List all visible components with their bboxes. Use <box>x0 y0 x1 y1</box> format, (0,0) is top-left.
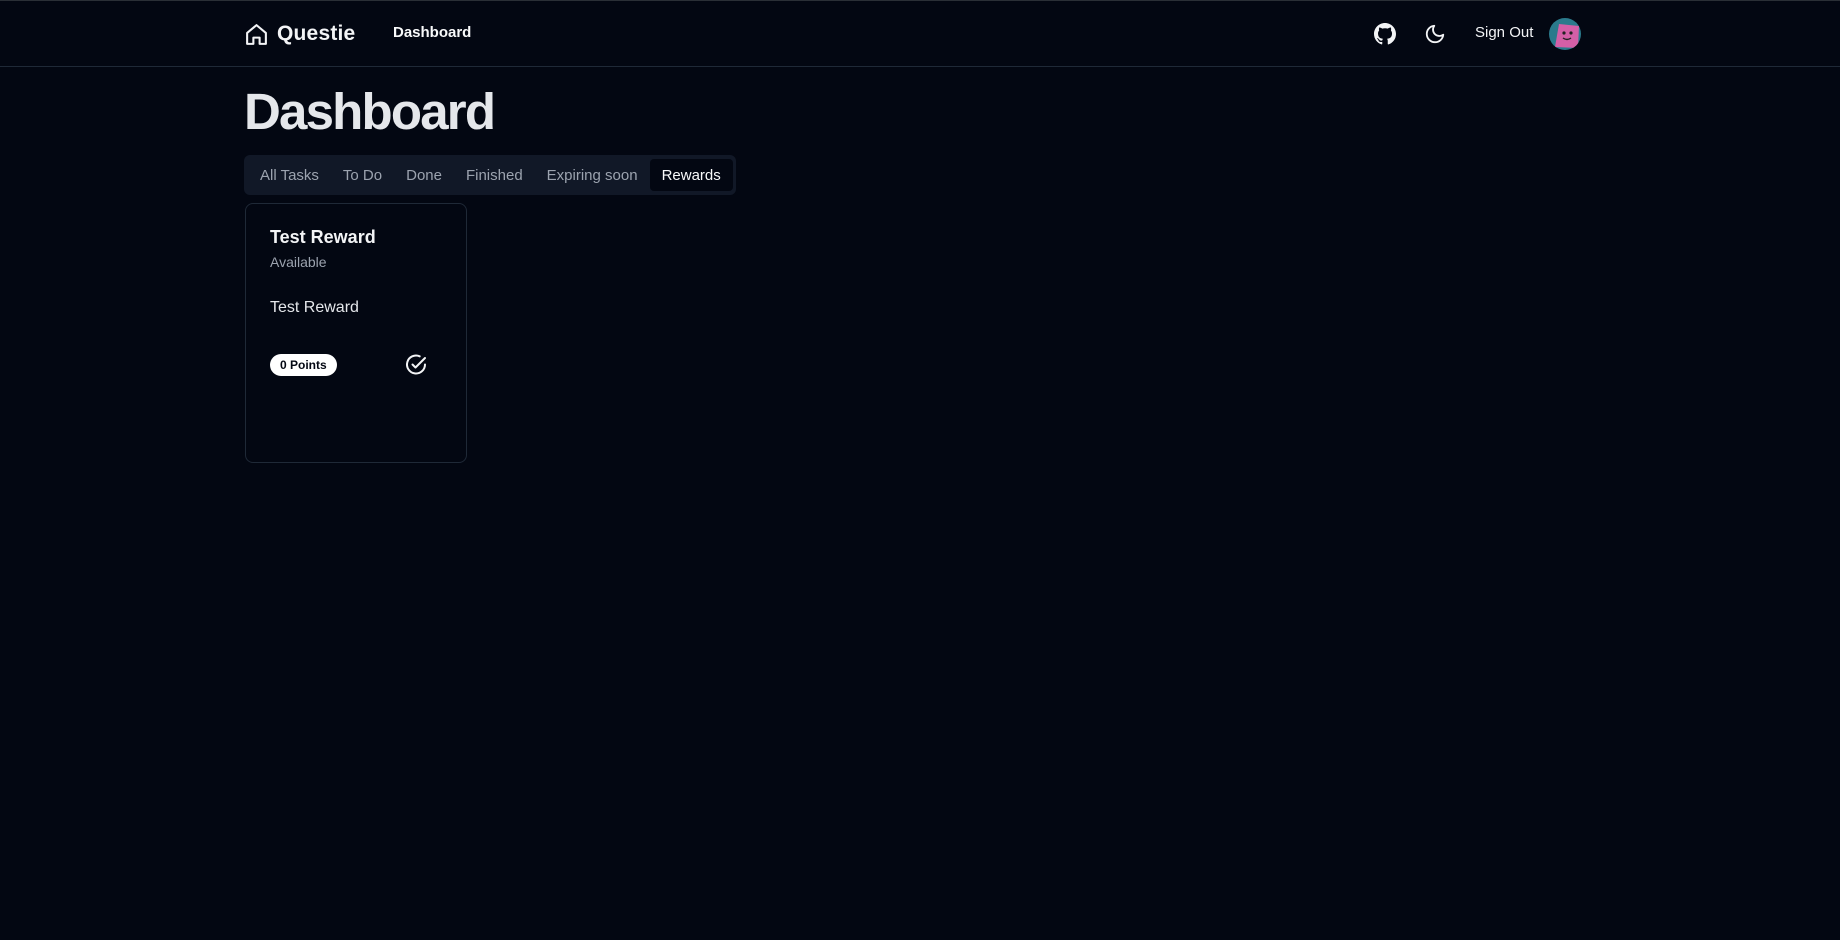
reward-title: Test Reward <box>270 227 376 247</box>
github-icon[interactable] <box>1371 20 1399 48</box>
tab-expiring-soon[interactable]: Expiring soon <box>535 159 650 191</box>
reward-description: Test Reward <box>270 299 359 316</box>
avatar[interactable] <box>1549 18 1581 50</box>
reward-card: Test Reward Available Test Reward 0 Poin… <box>245 203 467 463</box>
sign-out-button[interactable]: Sign Out <box>1475 24 1533 41</box>
brand-link[interactable]: Questie <box>244 20 355 48</box>
task-filter-tabs: All Tasks To Do Done Finished Expiring s… <box>244 155 736 195</box>
tab-to-do[interactable]: To Do <box>331 159 394 191</box>
tab-finished[interactable]: Finished <box>454 159 535 191</box>
brand-name: Questie <box>277 22 356 45</box>
top-navbar: Questie Dashboard Sign Out <box>0 0 1840 67</box>
moon-icon[interactable] <box>1421 20 1449 48</box>
reward-status: Available <box>270 254 327 270</box>
page-title: Dashboard <box>244 83 496 140</box>
nav-link-dashboard[interactable]: Dashboard <box>393 24 471 41</box>
tab-done[interactable]: Done <box>394 159 454 191</box>
tab-all-tasks[interactable]: All Tasks <box>248 159 331 191</box>
home-icon <box>244 22 269 47</box>
tab-rewards[interactable]: Rewards <box>649 159 733 191</box>
points-badge: 0 Points <box>270 354 337 376</box>
check-circle-icon[interactable] <box>403 352 429 378</box>
